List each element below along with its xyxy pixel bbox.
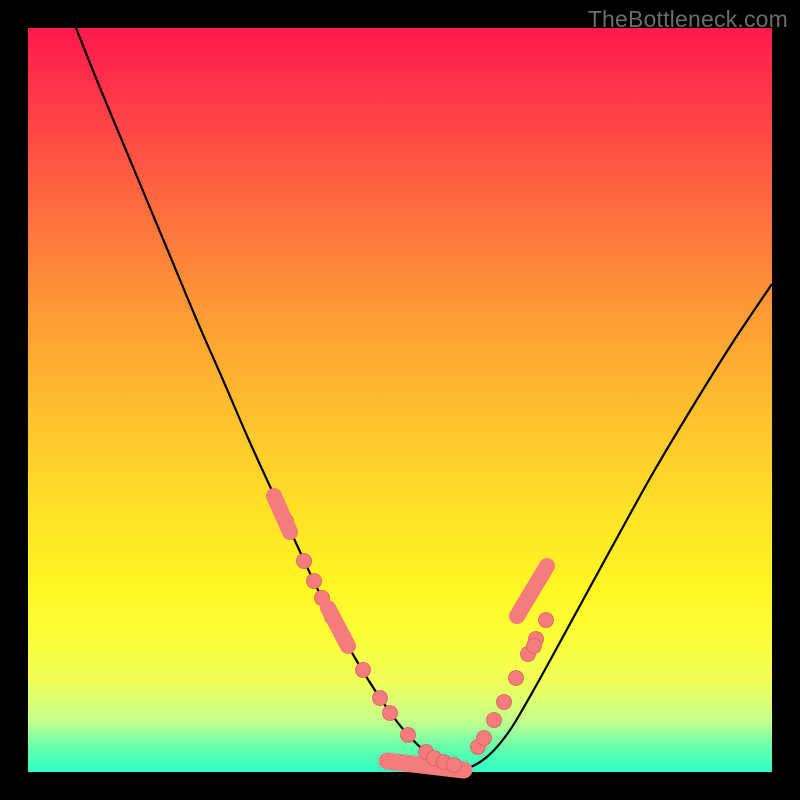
curve-marker <box>373 691 388 706</box>
curve-marker <box>527 639 542 654</box>
plot-area <box>28 28 772 772</box>
curve-marker <box>297 554 312 569</box>
curve-marker-pill <box>328 608 348 646</box>
curve-marker-pill <box>517 566 547 616</box>
curve-marker <box>509 671 524 686</box>
curve-marker <box>307 574 322 589</box>
curve-marker <box>447 758 462 773</box>
curve-svg <box>28 28 772 772</box>
curve-marker <box>487 713 502 728</box>
curve-marker <box>477 731 492 746</box>
curve-marker <box>539 613 554 628</box>
curve-marker <box>401 728 416 743</box>
bottleneck-curve <box>74 23 772 769</box>
curve-marker-pill <box>274 496 290 532</box>
watermark-text: TheBottleneck.com <box>588 6 788 33</box>
curve-marker <box>497 695 512 710</box>
curve-marker <box>356 663 371 678</box>
curve-marker <box>383 706 398 721</box>
